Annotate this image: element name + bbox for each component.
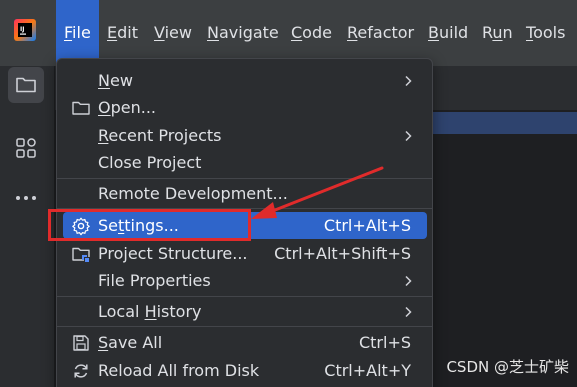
menu-edit[interactable]: Edit bbox=[107, 0, 138, 66]
menu-item-project-structure[interactable]: Project Structure... Ctrl+Alt+Shift+S bbox=[63, 240, 427, 267]
shortcut-label: Ctrl+S bbox=[358, 333, 411, 352]
more-tools-button[interactable] bbox=[8, 180, 44, 216]
shortcut-label: Ctrl+Alt+Y bbox=[324, 361, 411, 380]
ide-window: IJ File Edit View Navigate Code Refactor… bbox=[0, 0, 577, 387]
reload-icon bbox=[74, 364, 88, 378]
menu-view[interactable]: View bbox=[154, 0, 192, 66]
menu-refactor[interactable]: Refactor bbox=[347, 0, 414, 66]
menu-item-reload-all-from-disk[interactable]: Reload All from Disk Ctrl+Alt+Y bbox=[63, 357, 427, 384]
watermark-text: CSDN @芝士矿柴 bbox=[446, 358, 569, 376]
annotation-highlight-box bbox=[48, 209, 251, 241]
chevron-right-icon bbox=[405, 275, 412, 287]
project-tool-button[interactable] bbox=[8, 67, 44, 103]
menu-separator bbox=[57, 178, 432, 179]
intellij-logo-icon[interactable]: IJ bbox=[14, 19, 36, 41]
folder-icon bbox=[72, 101, 90, 115]
menu-code[interactable]: Code bbox=[291, 0, 332, 66]
main-menubar: IJ File Edit View Navigate Code Refactor… bbox=[0, 0, 577, 66]
structure-tool-button[interactable] bbox=[8, 130, 44, 166]
menu-item-open[interactable]: Open... bbox=[63, 94, 427, 121]
menu-item-local-history[interactable]: Local History bbox=[63, 298, 427, 325]
menu-item-recent-projects[interactable]: Recent Projects bbox=[63, 122, 427, 149]
svg-text:IJ: IJ bbox=[20, 26, 24, 33]
shortcut-label: Ctrl+Alt+S bbox=[323, 216, 411, 235]
chevron-right-icon bbox=[405, 75, 412, 87]
menu-separator bbox=[57, 296, 432, 297]
menu-item-file-properties[interactable]: File Properties bbox=[63, 267, 427, 294]
menu-separator bbox=[57, 326, 432, 327]
menu-file[interactable]: File bbox=[56, 0, 99, 66]
menu-item-close-project[interactable]: Close Project bbox=[63, 149, 427, 176]
menu-navigate[interactable]: Navigate bbox=[207, 0, 279, 66]
structure-icon bbox=[16, 138, 36, 158]
menu-run[interactable]: Run bbox=[482, 0, 513, 66]
chevron-right-icon bbox=[405, 130, 412, 142]
project-structure-icon bbox=[72, 247, 90, 263]
menu-item-remote-development[interactable]: Remote Development... bbox=[63, 180, 427, 207]
editor-selected-row bbox=[430, 112, 577, 134]
chevron-right-icon bbox=[405, 306, 412, 318]
project-folder-icon bbox=[16, 77, 36, 93]
save-icon bbox=[73, 335, 89, 351]
menu-item-new[interactable]: New bbox=[63, 67, 427, 94]
shortcut-label: Ctrl+Alt+Shift+S bbox=[274, 244, 411, 263]
menu-build[interactable]: Build bbox=[428, 0, 468, 66]
more-icon bbox=[16, 196, 36, 200]
tool-window-strip bbox=[0, 66, 55, 387]
menu-tools[interactable]: Tools bbox=[526, 0, 565, 66]
menu-item-save-all[interactable]: Save All Ctrl+S bbox=[63, 329, 427, 356]
